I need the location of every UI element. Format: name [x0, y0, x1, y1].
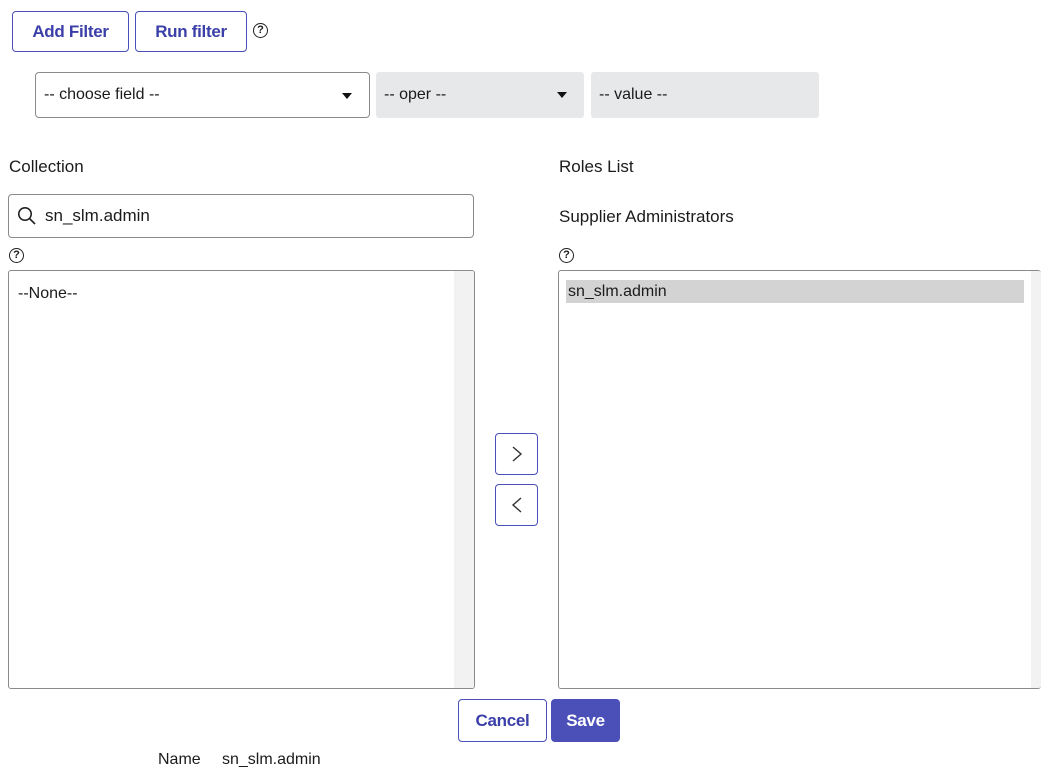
- chevron-left-icon: [511, 497, 521, 513]
- roles-scrollbar[interactable]: [1031, 271, 1041, 688]
- roles-subheading: Supplier Administrators: [559, 207, 734, 226]
- magnifier-icon: [18, 207, 36, 225]
- roles-listbox[interactable]: sn_slm.admin: [558, 270, 1041, 689]
- collection-search-input[interactable]: sn_slm.admin: [8, 194, 474, 238]
- collection-list-item[interactable]: --None--: [18, 285, 78, 303]
- remove-role-button[interactable]: [495, 484, 538, 526]
- value-text: -- value --: [599, 86, 668, 103]
- triangle-down-icon: [557, 92, 567, 98]
- value-input[interactable]: -- value --: [591, 72, 819, 118]
- collection-listbox[interactable]: --None--: [8, 270, 475, 689]
- roles-list-item[interactable]: sn_slm.admin: [566, 280, 1024, 303]
- collection-help-icon[interactable]: ?: [9, 248, 24, 263]
- operator-text: -- oper --: [384, 86, 447, 103]
- collection-heading: Collection: [9, 157, 84, 176]
- collection-scrollbar[interactable]: [454, 271, 474, 688]
- name-label: Name: [158, 751, 201, 768]
- add-role-button[interactable]: [495, 433, 538, 475]
- roles-help-icon[interactable]: ?: [559, 248, 574, 263]
- operator-select[interactable]: -- oper --: [376, 72, 584, 118]
- triangle-down-icon: [342, 93, 352, 99]
- choose-field-select[interactable]: -- choose field --: [35, 72, 370, 118]
- add-filter-button[interactable]: Add Filter: [12, 11, 129, 52]
- chevron-right-icon: [512, 446, 522, 462]
- cancel-button[interactable]: Cancel: [458, 699, 547, 742]
- filter-help-icon[interactable]: ?: [253, 23, 268, 38]
- roles-list-heading: Roles List: [559, 157, 634, 176]
- roles-list-item-label: sn_slm.admin: [568, 283, 667, 300]
- collection-search-value: sn_slm.admin: [45, 206, 150, 225]
- name-value: sn_slm.admin: [222, 751, 321, 768]
- choose-field-text: -- choose field --: [44, 86, 160, 103]
- run-filter-button[interactable]: Run filter: [135, 11, 247, 52]
- save-button[interactable]: Save: [551, 699, 620, 742]
